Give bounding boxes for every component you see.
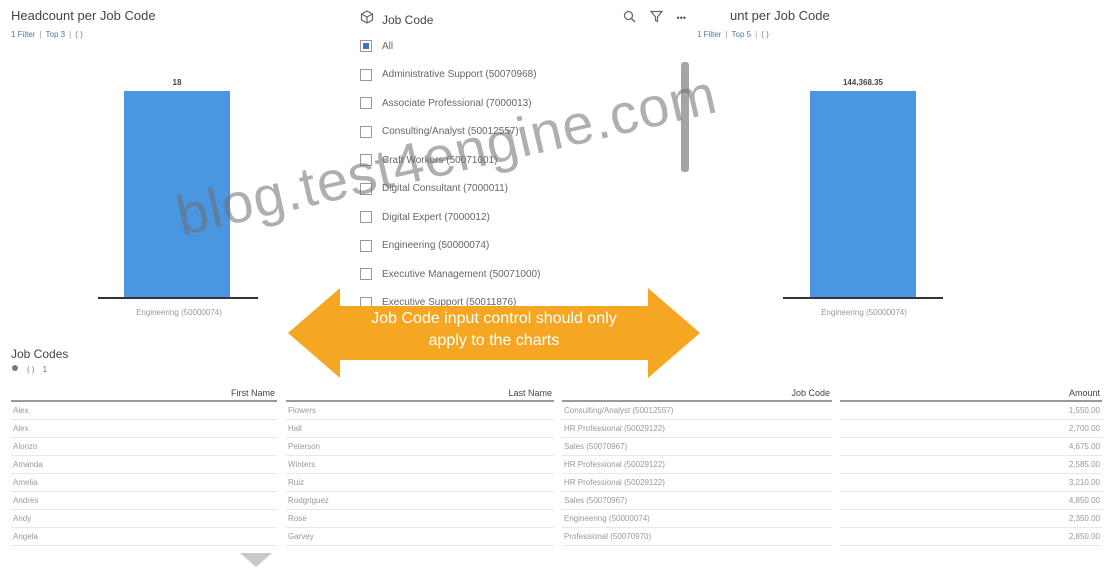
table-cell: Garvey: [286, 528, 554, 546]
separator: |: [725, 30, 728, 39]
table-cell: Alex: [11, 402, 277, 420]
table-cell: HR Professional (50029122): [562, 456, 832, 474]
filter-icon[interactable]: [649, 10, 663, 26]
left-chart-baseline: [98, 297, 258, 299]
option-checkbox[interactable]: [360, 40, 372, 52]
left-chart-top-link[interactable]: Top 3: [46, 30, 66, 39]
table-cell: 3,210.00: [840, 474, 1102, 492]
table-cell: Alonzo: [11, 438, 277, 456]
input-control-header: Job Code: [360, 10, 433, 29]
left-chart-category-label: Engineering (50000074): [136, 308, 222, 317]
table-column: First Name Alex Alex Alonzo Amanda Amelia Andr…: [11, 388, 277, 546]
table-subtitle: ( ) 1: [11, 364, 47, 374]
left-chart-filter-link[interactable]: 1 Filter: [11, 30, 35, 39]
right-chart-braces: ( ): [761, 30, 769, 39]
table-cell: Engineering (50000074): [562, 510, 832, 528]
table-cell: 2,850.00: [840, 528, 1102, 546]
right-chart-baseline: [783, 297, 943, 299]
left-chart-data-label: 18: [172, 78, 182, 87]
left-chart-subtitle: 1 Filter | Top 3 | ( ): [11, 30, 83, 39]
table-cell: 2,350.00: [840, 510, 1102, 528]
separator: |: [69, 30, 72, 39]
table-cell: Ruiz: [286, 474, 554, 492]
table-cell: Andy: [11, 510, 277, 528]
right-chart-data-label: 144,368.35: [842, 78, 884, 87]
callout-line-1: Job Code input control should only: [371, 310, 617, 327]
column-header[interactable]: Job Code: [562, 388, 832, 402]
table-cell: Consulting/Analyst (50012557): [562, 402, 832, 420]
right-chart-category-label: Engineering (50000074): [821, 308, 907, 317]
right-chart-bar[interactable]: [810, 91, 916, 297]
right-chart-title: unt per Job Code: [730, 8, 830, 23]
option-label: All: [382, 40, 394, 52]
table-cell: 2,585.00: [840, 456, 1102, 474]
table-cell: HR Professional (50029122): [562, 474, 832, 492]
table-cell: 2,700.00: [840, 420, 1102, 438]
table-braces: ( ): [27, 364, 35, 374]
table-cell: Winters: [286, 456, 554, 474]
table-cell: Andres: [11, 492, 277, 510]
option-label: Administrative Support (50070968): [382, 69, 537, 80]
table-cell: Amanda: [11, 456, 277, 474]
callout-arrow: Job Code input control should only apply…: [288, 288, 700, 378]
option-label: Engineering (50000074): [382, 240, 490, 251]
option-checkbox[interactable]: [360, 125, 372, 138]
table-cell: Angela: [11, 528, 277, 546]
table-cell: 1,550.00: [840, 402, 1102, 420]
callout-text: Job Code input control should only apply…: [288, 308, 700, 352]
separator: |: [39, 30, 42, 39]
option-label: Executive Management (50071000): [382, 268, 541, 280]
load-more-chevron-icon[interactable]: [240, 553, 272, 567]
table-cell: Professional (50070970): [562, 528, 832, 546]
table-column: Amount 1,550.00 2,700.00 4,675.00 2,585.00 3,…: [840, 388, 1102, 546]
column-header[interactable]: Amount: [840, 388, 1102, 402]
input-control-toolbar: •••: [623, 10, 686, 26]
job-code-option[interactable]: Administrative Support (50070968): [360, 68, 537, 81]
option-checkbox[interactable]: [360, 268, 372, 280]
job-code-option[interactable]: Engineering (50000074): [360, 239, 490, 252]
table-column: Job Code Consulting/Analyst (50012557) HR …: [562, 388, 832, 546]
left-chart-title: Headcount per Job Code: [11, 8, 156, 23]
table-count[interactable]: 1: [43, 365, 47, 374]
table-column: Last Name Flowers Hall Peterson Winters Ruiz R…: [286, 388, 554, 546]
right-chart-top-link[interactable]: Top 5: [732, 30, 752, 39]
option-label: Digital Expert (7000012): [382, 211, 490, 223]
column-header[interactable]: Last Name: [286, 388, 554, 402]
search-icon[interactable]: [623, 10, 636, 26]
table-cell: Alex: [11, 420, 277, 438]
table-title: Job Codes: [11, 347, 69, 361]
callout-line-2: apply to the charts: [428, 332, 560, 349]
table-cell: Amelia: [11, 474, 277, 492]
input-control-title: Job Code: [382, 12, 434, 27]
cube-icon: [360, 10, 374, 29]
more-icon[interactable]: •••: [677, 13, 686, 23]
option-checkbox[interactable]: [360, 239, 372, 252]
table-cell: Peterson: [286, 438, 554, 456]
column-header[interactable]: First Name: [11, 388, 277, 402]
table-cell: Sales (50070967): [562, 492, 832, 510]
table-cell: Hall: [286, 420, 554, 438]
left-chart-braces: ( ): [75, 30, 83, 39]
option-checkbox[interactable]: [360, 97, 372, 109]
job-code-option[interactable]: Digital Expert (7000012): [360, 211, 490, 223]
gear-icon[interactable]: [11, 364, 19, 374]
table-cell: Flowers: [286, 402, 554, 420]
table-cell: Sales (50070967): [562, 438, 832, 456]
table-cell: 4,850.00: [840, 492, 1102, 510]
job-code-option[interactable]: Executive Management (50071000): [360, 268, 540, 280]
job-code-option[interactable]: All: [360, 40, 393, 52]
table-cell: HR Professional (50029122): [562, 420, 832, 438]
right-chart-filter-link[interactable]: 1 Filter: [697, 30, 721, 39]
table-cell: Rose: [286, 510, 554, 528]
table-cell: Rodgriguez: [286, 492, 554, 510]
right-chart-subtitle: 1 Filter | Top 5 | ( ): [697, 30, 769, 39]
option-checkbox[interactable]: [360, 68, 372, 81]
option-checkbox[interactable]: [360, 211, 372, 223]
separator: |: [755, 30, 758, 39]
table-cell: 4,675.00: [840, 438, 1102, 456]
